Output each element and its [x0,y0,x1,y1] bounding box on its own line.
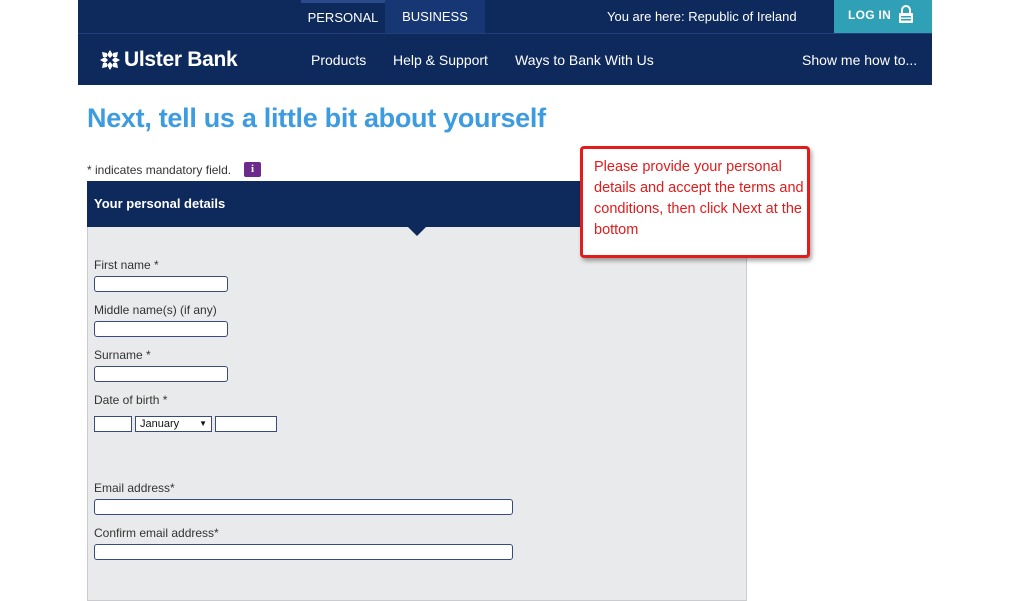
dob-month-value: January [140,418,180,430]
email-label: Email address* [94,481,175,495]
top-bar: PERSONAL BUSINESS You are here: Republic… [78,0,932,33]
lock-icon [899,5,913,23]
ulster-bank-logo-icon [100,50,120,70]
tab-personal[interactable]: PERSONAL [301,0,385,33]
dob-month-select[interactable]: January ▼ [135,416,212,432]
login-label: LOG IN [848,8,892,22]
mandatory-note: * indicates mandatory field. [87,163,232,177]
login-button[interactable]: LOG IN [834,0,932,33]
nav-help-support[interactable]: Help & Support [393,34,488,86]
section-title: Your personal details [94,196,226,211]
email-input[interactable] [94,499,513,515]
surname-label: Surname * [94,348,151,362]
middle-names-label: Middle name(s) (if any) [94,303,217,317]
chevron-down-icon: ▼ [199,419,207,428]
nav-ways-to-bank[interactable]: Ways to Bank With Us [515,34,654,86]
middle-names-input[interactable] [94,321,228,337]
brand-name: Ulster Bank [124,48,238,71]
info-icon[interactable]: i [244,162,261,177]
first-name-input[interactable] [94,276,228,292]
first-name-label: First name * [94,258,159,272]
dob-day-input[interactable] [94,416,132,432]
dob-year-input[interactable] [215,416,277,432]
location-indicator[interactable]: You are here: Republic of Ireland [607,0,797,33]
tab-business[interactable]: BUSINESS [385,0,485,33]
instruction-callout: Please provide your personal details and… [580,146,810,258]
dob-label: Date of birth * [94,393,168,407]
panel-notch [408,227,426,236]
main-nav: Ulster Bank Products Help & Support Ways… [78,33,932,85]
page-title: Next, tell us a little bit about yoursel… [87,103,546,133]
confirm-email-label: Confirm email address* [94,526,219,540]
nav-show-me-how[interactable]: Show me how to... [802,34,917,86]
callout-text: Please provide your personal details and… [594,159,804,238]
surname-input[interactable] [94,366,228,382]
nav-products[interactable]: Products [311,34,366,86]
confirm-email-input[interactable] [94,544,513,560]
